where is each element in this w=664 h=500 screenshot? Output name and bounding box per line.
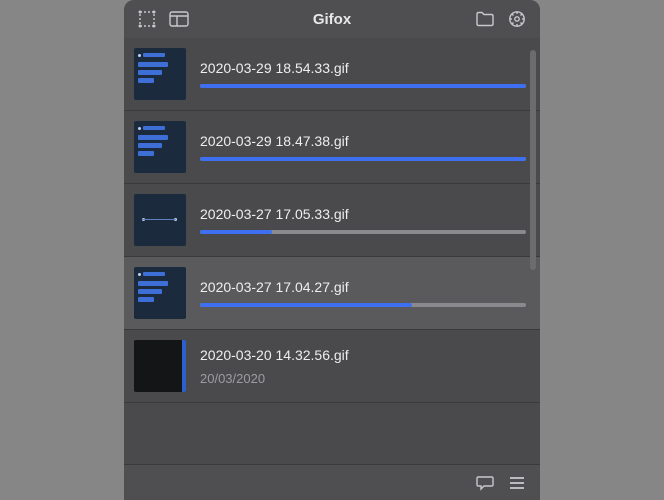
upload-progress	[200, 230, 526, 234]
scrollbar-thumb[interactable]	[530, 50, 536, 270]
recording-item[interactable]: 2020-03-27 17.05.33.gif	[124, 184, 540, 257]
recording-item[interactable]: 2020-03-29 18.54.33.gif	[124, 38, 540, 111]
recording-info: 2020-03-20 14.32.56.gif 20/03/2020	[200, 347, 526, 386]
upload-progress-fill	[200, 303, 412, 307]
selection-capture-button[interactable]	[136, 8, 158, 30]
recording-info: 2020-03-29 18.54.33.gif	[200, 60, 526, 88]
settings-button[interactable]	[506, 8, 528, 30]
recording-item[interactable]: 2020-03-27 17.04.27.gif	[124, 257, 540, 330]
feedback-button[interactable]	[474, 472, 496, 494]
titlebar-right-controls	[474, 8, 528, 30]
app-window: Gifox	[124, 0, 540, 500]
recording-thumbnail	[134, 267, 186, 319]
upload-progress-fill	[200, 230, 272, 234]
upload-progress	[200, 303, 526, 307]
recordings-content: 2020-03-29 18.54.33.gif 2020-03-29 18.47…	[124, 38, 540, 464]
recording-info: 2020-03-27 17.05.33.gif	[200, 206, 526, 234]
recording-date: 20/03/2020	[200, 371, 526, 386]
recording-item[interactable]: 2020-03-20 14.32.56.gif 20/03/2020	[124, 330, 540, 403]
open-folder-button[interactable]	[474, 8, 496, 30]
recording-filename: 2020-03-20 14.32.56.gif	[200, 347, 526, 363]
window-capture-button[interactable]	[168, 8, 190, 30]
recording-info: 2020-03-29 18.47.38.gif	[200, 133, 526, 161]
recording-filename: 2020-03-29 18.54.33.gif	[200, 60, 526, 76]
app-title: Gifox	[313, 11, 351, 28]
upload-progress	[200, 84, 526, 88]
recording-thumbnail	[134, 194, 186, 246]
titlebar: Gifox	[124, 0, 540, 38]
recording-filename: 2020-03-29 18.47.38.gif	[200, 133, 526, 149]
upload-progress	[200, 157, 526, 161]
titlebar-left-controls	[136, 8, 190, 30]
recording-item[interactable]: 2020-03-29 18.47.38.gif	[124, 111, 540, 184]
recording-filename: 2020-03-27 17.04.27.gif	[200, 279, 526, 295]
recording-info: 2020-03-27 17.04.27.gif	[200, 279, 526, 307]
recording-thumbnail	[134, 48, 186, 100]
upload-progress-fill	[200, 157, 526, 161]
recordings-list[interactable]: 2020-03-29 18.54.33.gif 2020-03-29 18.47…	[124, 38, 540, 464]
footer	[124, 464, 540, 500]
recording-filename: 2020-03-27 17.05.33.gif	[200, 206, 526, 222]
upload-progress-fill	[200, 84, 526, 88]
recording-thumbnail	[134, 121, 186, 173]
recording-thumbnail	[134, 340, 186, 392]
menu-button[interactable]	[506, 472, 528, 494]
